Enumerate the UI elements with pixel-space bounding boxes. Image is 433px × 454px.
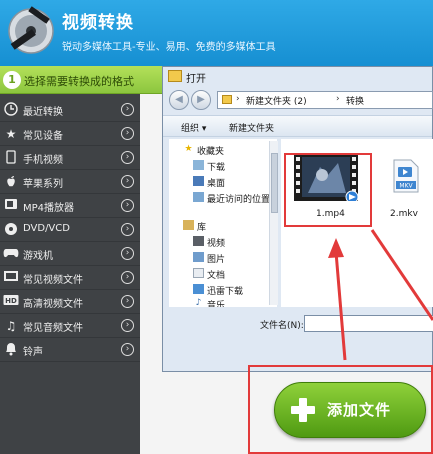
annotation-arrows <box>328 229 433 361</box>
arrow-up-to-file-icon <box>328 238 347 361</box>
arrow-to-add-button-icon <box>370 229 433 321</box>
